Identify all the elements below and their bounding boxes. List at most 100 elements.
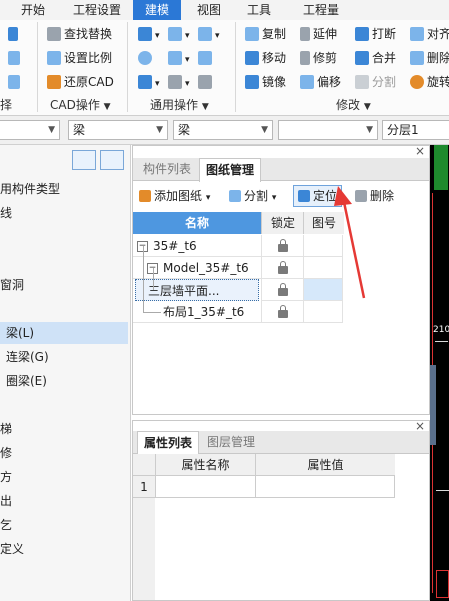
nav-item-foundation[interactable]: 出 <box>0 490 128 512</box>
move-button[interactable]: 移动 <box>245 48 286 68</box>
lock-icon <box>277 283 288 296</box>
type-select[interactable]: 梁 ▼ <box>173 120 273 140</box>
component-select[interactable]: ▼ <box>278 120 378 140</box>
rotate-button[interactable]: 旋转 <box>410 72 449 92</box>
locate-icon <box>298 189 310 202</box>
merge-icon <box>355 50 369 65</box>
menu-tab-quantity[interactable]: 工程量 <box>290 0 352 20</box>
lock-icon <box>277 305 288 318</box>
tile-view-icon[interactable] <box>100 150 124 170</box>
cloud-icon[interactable] <box>138 48 155 68</box>
tree-connector <box>143 312 161 313</box>
nav-item-axis[interactable]: 线 <box>0 202 128 224</box>
column-header-property-value[interactable]: 属性值 <box>255 454 395 476</box>
group-label-common[interactable]: 通用操作 ▼ <box>150 96 209 114</box>
nav-item-decoration[interactable]: 修 <box>0 442 128 464</box>
break-button[interactable]: 打断 <box>355 24 396 44</box>
group-label-modify[interactable]: 修改 ▼ <box>336 96 371 114</box>
menu-tab-home[interactable]: 开始 <box>14 0 52 20</box>
split-ribbon-button[interactable]: 分割 <box>355 72 396 92</box>
find-replace-button[interactable]: 查找替换 <box>47 24 112 44</box>
menu-tab-view[interactable]: 视图 <box>190 0 228 20</box>
delete-icon <box>410 50 424 65</box>
group-label-select: 择 <box>0 98 13 112</box>
window-icon[interactable]: ▾ <box>168 48 190 68</box>
image-icon[interactable] <box>198 48 215 68</box>
lock-toggle[interactable] <box>261 301 303 323</box>
merge-button[interactable]: 合并 <box>355 48 396 68</box>
split-button[interactable]: 分割 ▾ <box>229 186 276 206</box>
column-header-name[interactable]: 名称 <box>133 212 261 234</box>
layer-icon[interactable]: ▾ <box>138 24 160 44</box>
mirror-button[interactable]: 镜像 <box>245 72 286 92</box>
offset-icon <box>300 74 314 89</box>
menu-tab-tools[interactable]: 工具 <box>240 0 278 20</box>
nav-item-custom[interactable]: 定义 <box>0 538 128 560</box>
find-replace-icon <box>47 26 61 41</box>
copy-label: 复制 <box>262 27 287 41</box>
category-select[interactable]: 梁 ▼ <box>68 120 168 140</box>
modify-label: 修改 <box>336 98 361 112</box>
nav-item-ring-beam[interactable]: 圈梁(E) <box>0 370 128 392</box>
add-drawing-button[interactable]: 添加图纸 ▾ <box>139 186 210 206</box>
drawing-name: 三层墙平面... <box>148 284 220 298</box>
align-button[interactable]: 对齐 <box>410 24 449 44</box>
filter-icon[interactable] <box>198 72 215 92</box>
set-scale-button[interactable]: 设置比例 <box>47 48 112 68</box>
tree-connector <box>143 246 144 312</box>
align-icon <box>410 26 424 41</box>
trim-button[interactable]: 修剪 <box>300 48 337 68</box>
select-icon[interactable] <box>8 48 23 68</box>
nav-item-openings[interactable]: 窗洞 <box>0 274 128 296</box>
list-view-icon[interactable] <box>72 150 96 170</box>
column-header-property-name[interactable]: 属性名称 <box>155 454 255 476</box>
nav-item-earthwork[interactable]: 方 <box>0 466 128 488</box>
delete-ribbon-button[interactable]: 删除 <box>410 48 449 68</box>
nav-item-other[interactable]: 乞 <box>0 514 128 536</box>
floor-select[interactable]: ▼ <box>0 120 60 140</box>
rotate-icon <box>410 74 424 89</box>
menu-tab-project-settings[interactable]: 工程设置 <box>66 0 128 20</box>
restore-cad-button[interactable]: 还原CAD <box>47 72 114 92</box>
type-select-value: 梁 <box>178 123 191 137</box>
merge-label: 合并 <box>372 51 397 65</box>
extend-button[interactable]: 延伸 <box>300 24 337 44</box>
group-label-cad[interactable]: CAD操作 ▼ <box>50 96 111 114</box>
list-icon[interactable] <box>8 72 23 92</box>
nav-item-common-types[interactable]: 用构件类型 <box>0 178 128 200</box>
nav-item-beam[interactable]: 梁(L) <box>0 322 128 344</box>
tab-drawing-management[interactable]: 图纸管理 <box>199 158 262 182</box>
dimension-icon[interactable]: ▾ <box>198 24 220 44</box>
offset-button[interactable]: 偏移 <box>300 72 341 92</box>
lock-icon <box>277 261 288 274</box>
chevron-down-icon: ▼ <box>103 102 111 112</box>
lock-toggle[interactable] <box>261 235 303 257</box>
lock-toggle[interactable] <box>261 279 303 301</box>
table-row[interactable]: −35#_t6 <box>133 235 261 257</box>
tab-component-list[interactable]: 构件列表 <box>137 158 197 180</box>
menu-tab-modeling[interactable]: 建模 <box>133 0 181 20</box>
chevron-down-icon: ▼ <box>366 125 373 135</box>
lock-icon[interactable]: ▾ <box>138 72 160 92</box>
canvas-scrollbar[interactable] <box>430 365 436 445</box>
close-icon[interactable]: × <box>415 144 425 158</box>
pencil-icon[interactable] <box>8 24 21 44</box>
ribbon: 择 查找替换 设置比例 还原CAD CAD操作 ▼ ▾ ▾ ▾ ▾ ▾ ▾ 通用… <box>0 20 449 116</box>
nav-item-coupling-beam[interactable]: 连梁(G) <box>0 346 128 368</box>
split-label: 分割 <box>244 189 269 203</box>
nav-item-stairs[interactable]: 梯 <box>0 418 128 440</box>
property-value-cell[interactable] <box>255 476 395 498</box>
lock-toggle[interactable] <box>261 257 303 279</box>
column-header-lock[interactable]: 锁定 <box>261 212 304 234</box>
tab-layer-management[interactable]: 图层管理 <box>201 431 261 453</box>
mirror-icon <box>245 74 259 89</box>
panel-tabs: 构件列表 图纸管理 <box>133 158 429 182</box>
property-icon[interactable]: ▾ <box>168 24 190 44</box>
grid-icon[interactable]: ▾ <box>168 72 190 92</box>
property-name-cell[interactable] <box>155 476 255 498</box>
canvas-line <box>435 341 448 342</box>
cad-canvas[interactable]: 210 <box>430 145 449 601</box>
tab-property-list[interactable]: 属性列表 <box>137 431 200 455</box>
layer-select[interactable]: 分层1 <box>382 120 449 140</box>
copy-button[interactable]: 复制 <box>245 24 286 44</box>
